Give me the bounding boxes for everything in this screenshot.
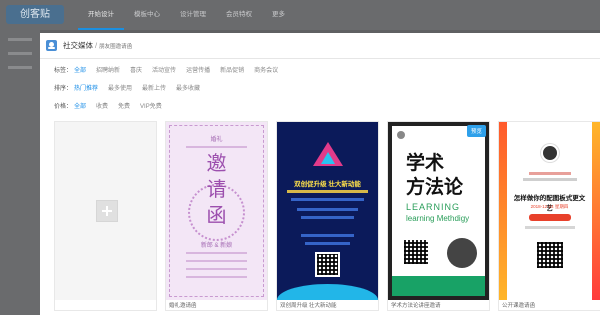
breadcrumb-category[interactable]: 社交媒体 [63, 40, 93, 51]
invitation-char-2: 请 [206, 177, 227, 201]
speaker-avatar [541, 144, 559, 162]
topnav-item-start[interactable]: 开始设计 [78, 0, 124, 30]
template-thumbnail[interactable]: 双创促升级 壮大新动能 [277, 122, 378, 300]
template-card-public-class[interactable]: 怎样做你的配图板式更文艺 2018-12-24 星期四 公开课邀请函 [498, 121, 600, 311]
filter-tag-promo[interactable]: 新品促销 [220, 65, 244, 74]
sort-most-used[interactable]: 最多使用 [108, 83, 132, 92]
qr-code-icon [402, 238, 430, 266]
preview-badge[interactable]: 预览 [466, 125, 486, 137]
filter-label-tag: 标签： [54, 67, 73, 74]
template-thumbnail[interactable]: 婚礼 邀 请 函 新郎 & 新娘 [166, 122, 267, 300]
academic-en-1: LEARNING [406, 202, 461, 212]
filter-row-tag: 标签： 全部 招聘纳新 喜庆 活动宣传 运营传播 新品促销 商务会议 [54, 64, 288, 74]
qr-code-icon [315, 252, 340, 277]
price-paid[interactable]: 收费 [96, 101, 108, 110]
template-thumbnail[interactable]: 怎样做你的配图板式更文艺 2018-12-24 星期四 [499, 122, 600, 300]
filter-tag-recruit[interactable]: 招聘纳新 [96, 65, 120, 74]
filter-label-sort: 排序： [54, 85, 73, 92]
filter-tag-business[interactable]: 商务会议 [254, 65, 278, 74]
template-card-title[interactable]: 学术方法论讲座邀请 [391, 301, 441, 309]
filter-label-price: 价格： [54, 103, 73, 110]
price-all[interactable]: 全部 [74, 101, 86, 110]
invitation-subtitle: 婚礼 [210, 137, 223, 143]
template-card-academic[interactable]: 学术 方法论 LEARNING learning Methdigy 预览 学术方… [387, 121, 490, 311]
app-topbar: 创客贴 开始设计 模板中心 设计管理 会员特权 更多 [0, 0, 600, 30]
price-free[interactable]: 免费 [118, 101, 130, 110]
topnav-item-manage[interactable]: 设计管理 [170, 0, 216, 30]
filter-tag-all[interactable]: 全部 [74, 65, 86, 74]
breadcrumb-separator: / [95, 41, 98, 50]
filter-row-sort: 排序： 热门推荐 最多使用 最新上传 最多收藏 [54, 82, 210, 92]
plus-icon[interactable] [96, 200, 118, 222]
tech-headline: 双创促升级 壮大新动能 [294, 181, 361, 188]
app-logo[interactable]: 创客贴 [6, 5, 64, 24]
blank-canvas[interactable] [55, 122, 156, 300]
social-media-icon [46, 40, 57, 51]
logo-icon [397, 131, 405, 139]
filter-tag-festive[interactable]: 喜庆 [130, 65, 142, 74]
background-sidebar [0, 30, 40, 315]
template-picker-modal: 社交媒体 / 朋友圈邀请函 标签： 全部 招聘纳新 喜庆 活动宣传 运营传播 新… [40, 33, 600, 315]
template-card-title[interactable]: 公开课邀请函 [502, 301, 535, 309]
academic-en-2: learning Methdigy [406, 214, 470, 223]
academic-title-2: 方法论 [406, 176, 464, 198]
sort-newest[interactable]: 最新上传 [142, 83, 166, 92]
public-class-date: 2018-12-24 星期四 [530, 204, 569, 209]
filter-tag-ops[interactable]: 运营传播 [186, 65, 210, 74]
sort-most-favorited[interactable]: 最多收藏 [176, 83, 200, 92]
academic-title-1: 学术 [406, 152, 445, 174]
topnav-item-vip[interactable]: 会员特权 [216, 0, 262, 30]
price-vip-free[interactable]: VIP免费 [140, 101, 162, 110]
invitation-names: 新郎 & 新娘 [200, 243, 233, 249]
filter-row-price: 价格： 全部 收费 免费 VIP免费 [54, 100, 172, 110]
template-card-title[interactable]: 双创周升级 壮大新动能 [280, 301, 337, 309]
filter-tag-event[interactable]: 活动宣传 [152, 65, 176, 74]
template-thumbnail[interactable]: 学术 方法论 LEARNING learning Methdigy 预览 [388, 122, 489, 300]
qr-code-icon [535, 240, 565, 270]
invitation-char-3: 函 [206, 203, 227, 227]
template-card-tech[interactable]: 双创促升级 壮大新动能 双创周升级 壮大新动能 [276, 121, 379, 311]
breadcrumb-subcategory: 朋友圈邀请函 [99, 43, 133, 50]
speaker-photo [447, 238, 477, 268]
template-card-blank[interactable] [54, 121, 157, 311]
top-nav: 开始设计 模板中心 设计管理 会员特权 更多 [78, 0, 295, 30]
sort-hot[interactable]: 热门推荐 [74, 83, 98, 92]
modal-header: 社交媒体 / 朋友圈邀请函 [40, 33, 600, 59]
template-card-title[interactable]: 婚礼邀请函 [169, 301, 197, 309]
topnav-item-more[interactable]: 更多 [262, 0, 295, 30]
invitation-char-1: 邀 [206, 151, 227, 175]
topnav-item-templates[interactable]: 模板中心 [124, 0, 170, 30]
template-grid: 婚礼 邀 请 函 新郎 & 新娘 婚礼邀请函 双创促升级 壮大新动能 双创周升级… [54, 121, 600, 311]
template-card-invitation[interactable]: 婚礼 邀 请 函 新郎 & 新娘 婚礼邀请函 [165, 121, 268, 311]
